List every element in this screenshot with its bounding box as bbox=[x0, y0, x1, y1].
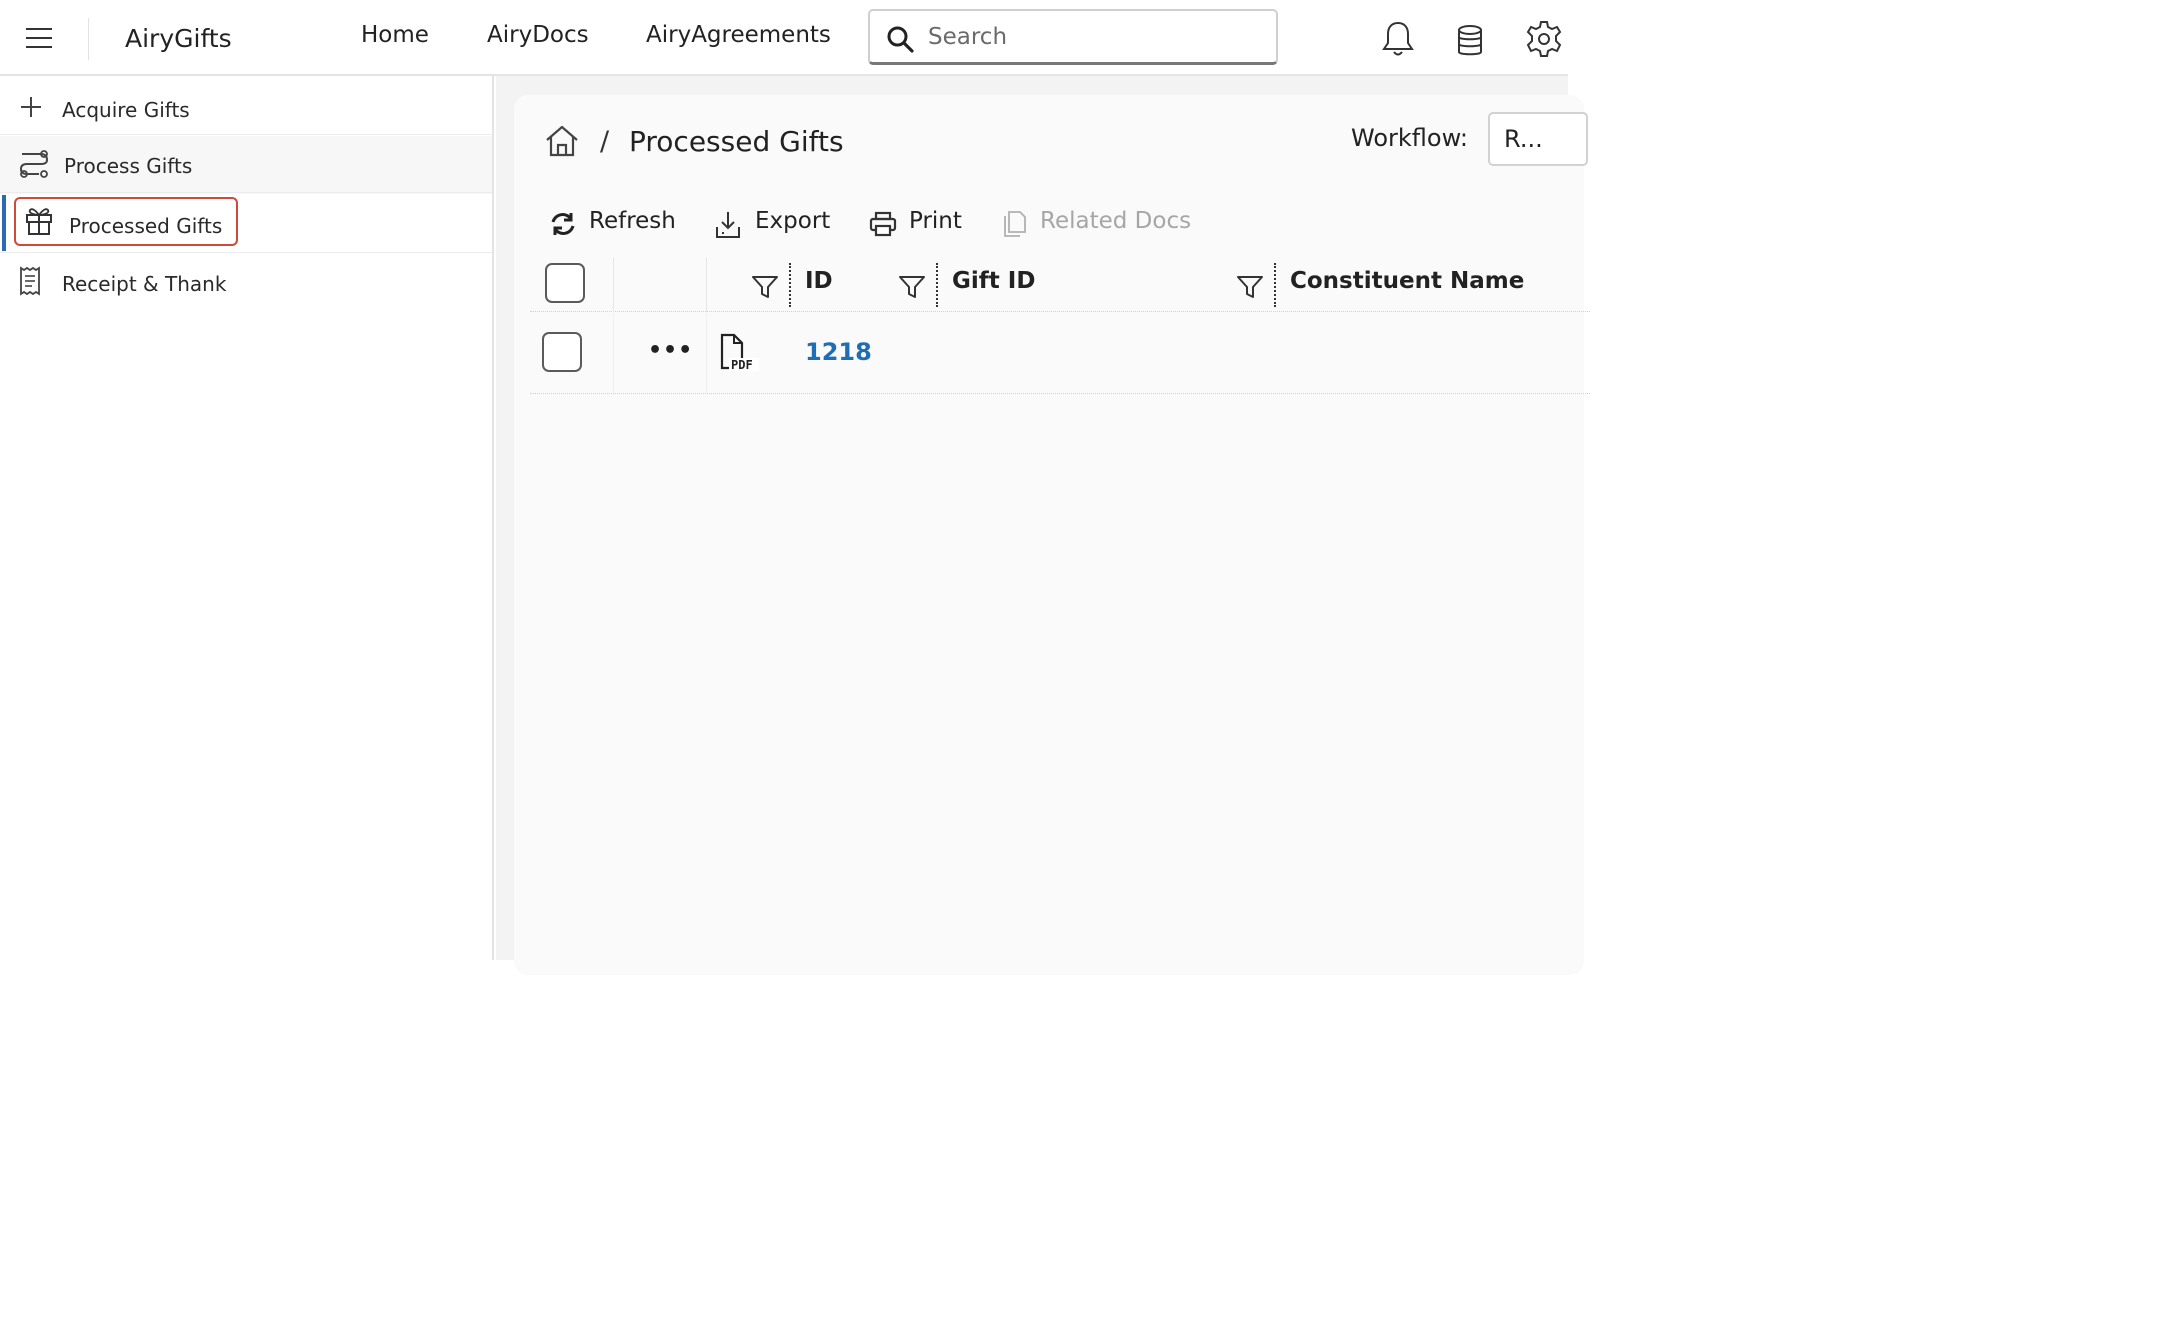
pdf-file-icon[interactable]: PDF bbox=[718, 332, 760, 374]
sidebar-item-receipt-thank[interactable]: Receipt & Thank bbox=[0, 254, 492, 312]
nav-home[interactable]: Home bbox=[361, 22, 429, 48]
column-resize-handle[interactable] bbox=[936, 263, 938, 307]
export-button[interactable]: Export bbox=[714, 206, 834, 242]
top-bar: AiryGifts Home AiryDocs AiryAgreements bbox=[0, 0, 1568, 76]
gear-icon[interactable] bbox=[1526, 20, 1562, 58]
search-input[interactable] bbox=[928, 19, 1258, 55]
row-checkbox[interactable] bbox=[542, 332, 582, 372]
column-header-constituent-name[interactable]: Constituent Name bbox=[1290, 268, 1524, 294]
sidebar-item-acquire-gifts[interactable]: Acquire Gifts bbox=[0, 80, 492, 138]
page-title: Processed Gifts bbox=[629, 125, 844, 158]
column-divider bbox=[613, 313, 614, 393]
home-icon[interactable] bbox=[544, 124, 580, 158]
sidebar-item-process-gifts[interactable]: Process Gifts bbox=[0, 136, 492, 194]
search-icon bbox=[887, 26, 914, 53]
plus-icon bbox=[21, 97, 41, 117]
hamburger-menu-icon[interactable] bbox=[26, 28, 54, 50]
top-divider bbox=[88, 18, 89, 60]
refresh-label: Refresh bbox=[589, 208, 676, 234]
column-resize-handle[interactable] bbox=[789, 263, 791, 307]
column-header-id[interactable]: ID bbox=[805, 268, 833, 294]
related-docs-label: Related Docs bbox=[1040, 208, 1192, 234]
related-docs-button[interactable]: Related Docs bbox=[1002, 206, 1197, 242]
sidebar-divider bbox=[0, 192, 492, 193]
export-label: Export bbox=[755, 208, 831, 234]
column-header-gift-id[interactable]: Gift ID bbox=[952, 268, 1035, 294]
workflow-select[interactable]: R... bbox=[1488, 112, 1588, 166]
filter-icon[interactable] bbox=[751, 274, 779, 300]
search-box[interactable] bbox=[868, 9, 1278, 65]
filter-icon[interactable] bbox=[1236, 274, 1264, 300]
select-all-checkbox[interactable] bbox=[545, 263, 585, 303]
sidebar-item-label: Process Gifts bbox=[64, 154, 193, 178]
active-item-highlight bbox=[14, 197, 238, 246]
column-resize-handle[interactable] bbox=[1274, 263, 1276, 307]
filter-icon[interactable] bbox=[898, 274, 926, 300]
export-icon bbox=[716, 212, 740, 238]
print-icon bbox=[869, 211, 897, 237]
breadcrumb-separator: / bbox=[600, 126, 610, 157]
sidebar-item-label: Receipt & Thank bbox=[62, 272, 227, 296]
bell-icon[interactable] bbox=[1382, 20, 1414, 58]
column-divider bbox=[706, 258, 707, 312]
print-button[interactable]: Print bbox=[869, 206, 969, 242]
pdf-label: PDF bbox=[731, 358, 753, 372]
nav-airydocs[interactable]: AiryDocs bbox=[487, 22, 589, 48]
refresh-button[interactable]: Refresh bbox=[549, 206, 679, 242]
documents-icon bbox=[1004, 211, 1026, 237]
column-divider bbox=[613, 258, 614, 312]
workflow-label: Workflow: bbox=[1351, 124, 1468, 152]
app-title: AiryGifts bbox=[125, 24, 232, 53]
column-divider bbox=[706, 313, 707, 393]
workflow-value: R... bbox=[1504, 125, 1543, 153]
print-label: Print bbox=[909, 208, 962, 234]
receipt-icon bbox=[20, 266, 40, 296]
process-flow-icon bbox=[19, 150, 49, 178]
sidebar-divider bbox=[0, 252, 492, 253]
nav-airyagreements[interactable]: AiryAgreements bbox=[646, 22, 831, 48]
sidebar-divider bbox=[0, 134, 492, 135]
database-icon[interactable] bbox=[1456, 24, 1484, 58]
active-indicator bbox=[2, 195, 6, 251]
row-id-link[interactable]: 1218 bbox=[805, 338, 872, 366]
refresh-icon bbox=[551, 213, 575, 235]
row-more-actions-button[interactable]: ••• bbox=[648, 338, 693, 363]
sidebar-item-label: Acquire Gifts bbox=[62, 98, 190, 122]
